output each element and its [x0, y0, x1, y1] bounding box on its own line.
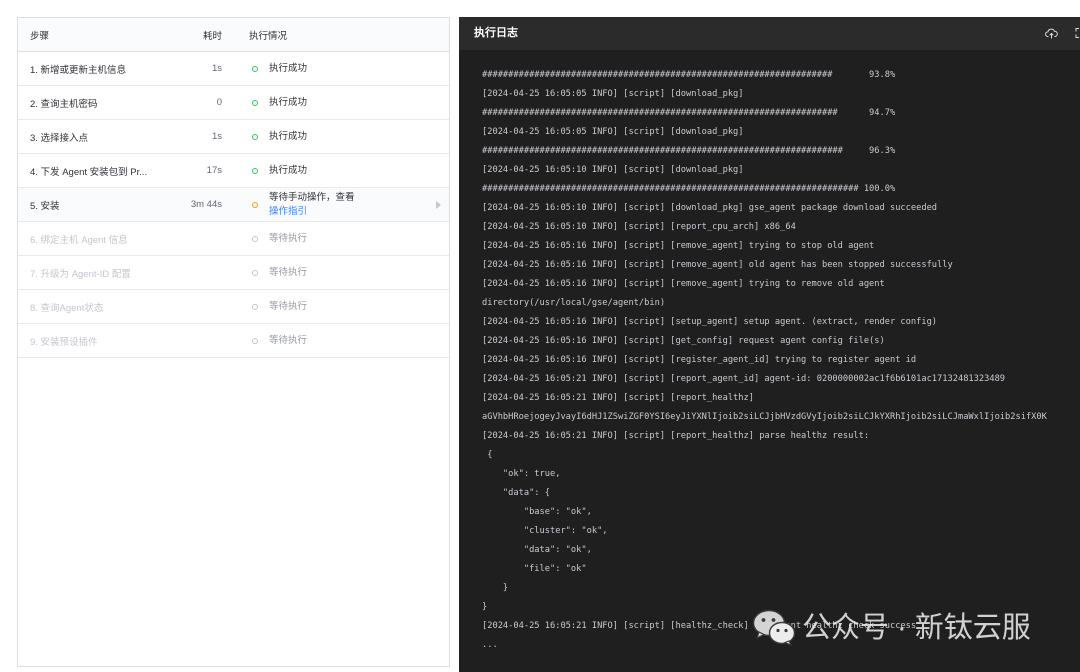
log-panel: 执行日志 ###################################…	[459, 17, 1080, 672]
fullscreen-icon[interactable]	[1075, 28, 1080, 38]
step-duration: 3m 44s	[190, 199, 222, 210]
log-line: "base": "ok",	[482, 507, 592, 517]
status-circle-icon	[252, 256, 260, 289]
step-status-text: 执行成功	[269, 130, 308, 142]
log-body: ########################################…	[482, 66, 1080, 655]
log-line: [2024-04-25 16:05:16 INFO] [script] [rem…	[482, 241, 875, 251]
log-line: ########################################…	[482, 108, 896, 118]
status-circle-icon	[252, 52, 260, 85]
step-row-6[interactable]: 6. 绑定主机 Agent 信息 等待执行	[18, 222, 449, 256]
wechat-icon	[752, 609, 796, 646]
step-status-text: 执行成功	[269, 164, 308, 176]
header-status-label: 执行情况	[249, 30, 288, 42]
log-line: [2024-04-25 16:05:10 INFO] [script] [dow…	[482, 165, 744, 175]
log-title: 执行日志	[474, 27, 518, 39]
step-duration: 1s	[211, 131, 222, 142]
step-duration	[178, 324, 222, 357]
operation-guide-link[interactable]: 操作指引	[269, 205, 355, 219]
caret-right-icon[interactable]	[436, 188, 444, 221]
header-duration-label: 耗时	[202, 30, 222, 42]
steps-table-header: 步骤 耗时 执行情况	[18, 18, 449, 52]
log-line: [2024-04-25 16:05:10 INFO] [script] [dow…	[482, 203, 938, 213]
log-line: [2024-04-25 16:05:05 INFO] [script] [dow…	[482, 127, 744, 137]
log-line: "ok": true,	[482, 469, 561, 479]
log-line: [2024-04-25 16:05:16 INFO] [script] [get…	[482, 336, 885, 346]
log-line: "data": {	[482, 488, 550, 498]
log-line: [2024-04-25 16:05:16 INFO] [script] [rem…	[482, 260, 953, 270]
step-duration: 0	[216, 97, 222, 108]
step-row-1[interactable]: 1. 新增或更新主机信息 1s 执行成功	[18, 52, 449, 86]
log-line: }	[482, 583, 509, 593]
status-circle-icon	[252, 86, 260, 119]
status-circle-icon	[252, 154, 260, 187]
log-line: [2024-04-25 16:05:21 INFO] [script] [rep…	[482, 374, 1006, 384]
log-line: [2024-04-25 16:05:10 INFO] [script] [rep…	[482, 222, 796, 232]
log-line: ########################################…	[482, 146, 896, 156]
log-line: [2024-04-25 16:05:21 INFO] [script] [rep…	[482, 431, 870, 441]
steps-panel: 步骤 耗时 执行情况 1. 新增或更新主机信息 1s 执行成功 2. 查询主机密…	[17, 17, 450, 667]
step-status-text: 执行成功	[269, 96, 308, 108]
step-duration	[178, 290, 222, 323]
status-circle-icon	[252, 120, 260, 153]
log-header: 执行日志	[459, 17, 1080, 50]
upload-cloud-icon[interactable]	[1045, 28, 1058, 39]
step-duration: 1s	[211, 63, 222, 74]
log-line: aGVhbHRoejogeyJvayI6dHJ1ZSwiZGF0YSI6eyJi…	[482, 412, 1047, 422]
step-row-5[interactable]: 5. 安装 3m 44s 等待手动操作，查看 操作指引	[18, 188, 449, 222]
step-duration	[178, 222, 222, 255]
step-status-text: 等待执行	[269, 334, 308, 346]
step-name: 9. 安装预设插件	[30, 336, 98, 348]
log-line: {	[482, 450, 493, 460]
status-circle-icon	[252, 222, 260, 255]
step-status-text: 等待执行	[269, 266, 308, 278]
step-duration	[178, 256, 222, 289]
watermark-text: 公众号 · 新钛云服	[802, 612, 1031, 644]
log-line: [2024-04-25 16:05:16 INFO] [script] [rem…	[482, 279, 885, 289]
step-name: 5. 安装	[30, 200, 60, 212]
log-line: [2024-04-25 16:05:16 INFO] [script] [reg…	[482, 355, 917, 365]
step-name: 4. 下发 Agent 安装包到 Pr...	[30, 166, 148, 178]
status-circle-icon	[252, 188, 260, 221]
log-line: ########################################…	[482, 184, 896, 194]
step-row-4[interactable]: 4. 下发 Agent 安装包到 Pr... 17s 执行成功	[18, 154, 449, 188]
log-line: ########################################…	[482, 70, 896, 80]
log-line: [2024-04-25 16:05:21 INFO] [script] [rep…	[482, 393, 754, 403]
step-name: 3. 选择接入点	[30, 132, 89, 144]
step-status: 等待手动操作，查看 操作指引	[269, 188, 429, 221]
step-row-2[interactable]: 2. 查询主机密码 0 执行成功	[18, 86, 449, 120]
step-name: 1. 新增或更新主机信息	[30, 64, 127, 76]
step-row-7[interactable]: 7. 升级为 Agent-ID 配置 等待执行	[18, 256, 449, 290]
log-line: [2024-04-25 16:05:16 INFO] [script] [set…	[482, 317, 938, 327]
step-row-9[interactable]: 9. 安装预设插件 等待执行	[18, 324, 449, 358]
log-line: [2024-04-25 16:05:05 INFO] [script] [dow…	[482, 89, 744, 99]
step-name: 8. 查询Agent状态	[30, 302, 104, 314]
status-circle-icon	[252, 290, 260, 323]
step-duration: 17s	[206, 165, 222, 176]
step-status-text: 等待执行	[269, 232, 308, 244]
step-name: 6. 绑定主机 Agent 信息	[30, 234, 128, 246]
header-step-label: 步骤	[30, 30, 50, 42]
log-line: "data": "ok",	[482, 545, 592, 555]
log-line: "file": "ok"	[482, 564, 587, 574]
step-status-text: 等待手动操作，查看	[269, 191, 355, 203]
step-name: 2. 查询主机密码	[30, 98, 98, 110]
step-row-8[interactable]: 8. 查询Agent状态 等待执行	[18, 290, 449, 324]
step-status-text: 执行成功	[269, 62, 308, 74]
step-name: 7. 升级为 Agent-ID 配置	[30, 268, 131, 280]
step-row-3[interactable]: 3. 选择接入点 1s 执行成功	[18, 120, 449, 154]
log-line: "cluster": "ok",	[482, 526, 608, 536]
step-status-text: 等待执行	[269, 300, 308, 312]
status-circle-icon	[252, 324, 260, 357]
log-line: directory(/usr/local/gse/agent/bin)	[482, 298, 666, 308]
